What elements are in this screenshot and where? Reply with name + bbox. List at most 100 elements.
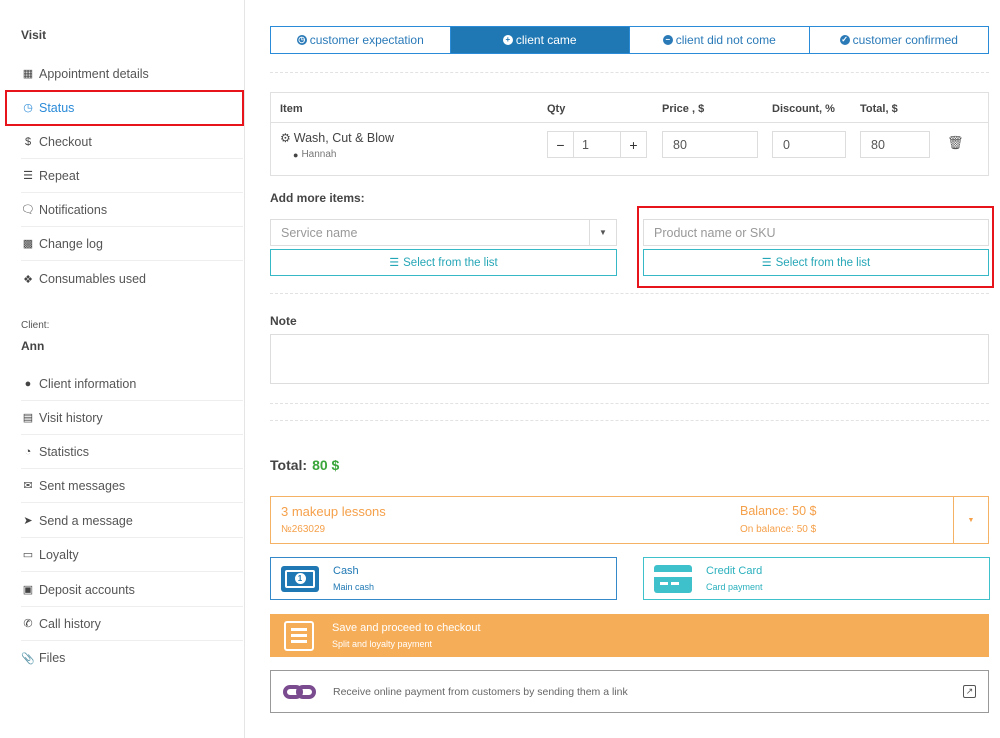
sidebar-item-label: Repeat [39, 168, 80, 183]
plus-circle-icon: + [502, 35, 513, 45]
trash-icon[interactable]: 🗑 [947, 135, 964, 151]
chevron-down-icon[interactable]: ▼ [953, 497, 988, 543]
sidebar-item-checkout[interactable]: $ Checkout [21, 125, 243, 159]
credit-card-payment-button[interactable]: Credit Card Card payment [643, 557, 990, 600]
list-icon: ☰ [23, 170, 33, 182]
note-title: Note [270, 314, 297, 328]
sidebar-item-files[interactable]: 📎 Files [21, 641, 243, 675]
discount-input[interactable]: 0 [772, 131, 846, 158]
clock-icon: ◷ [296, 35, 307, 45]
external-link-icon[interactable]: ↗ [963, 685, 976, 698]
check-circle-icon: ✓ [839, 35, 850, 45]
sidebar-item-label: Files [39, 651, 66, 665]
column-header-total: Total, $ [860, 103, 898, 115]
select-service-from-list-button[interactable]: ☰ Select from the list [270, 249, 617, 276]
sidebar-item-label: Client information [39, 376, 137, 391]
visit-section-title: Visit [21, 28, 47, 42]
items-table: Item Qty Price , $ Discount, % Total, $ … [270, 92, 989, 176]
column-header-price: Price , $ [662, 103, 705, 115]
payment-title: Credit Card [706, 565, 763, 577]
column-header-discount: Discount, % [772, 103, 835, 115]
price-input[interactable]: 80 [662, 131, 758, 158]
user-icon: ● [293, 149, 299, 160]
online-payment-link-button[interactable]: Receive online payment from customers by… [270, 670, 989, 713]
phone-icon: ✆ [23, 618, 33, 630]
cubes-icon: ❖ [23, 273, 33, 286]
dollar-icon: $ [24, 135, 32, 148]
link-icon [283, 683, 317, 701]
sidebar-item-client-information[interactable]: ● Client information [21, 367, 243, 401]
save-title: Save and proceed to checkout [332, 622, 481, 634]
sidebar-item-sent-messages[interactable]: ✉ Sent messages [21, 469, 243, 503]
tab-label: client did not come [675, 33, 776, 47]
sidebar-item-send-a-message[interactable]: ➤ Send a message [21, 504, 243, 538]
user-icon: ● [24, 377, 32, 390]
quantity-stepper: − 1 + [547, 131, 647, 158]
minus-circle-icon: − [662, 35, 673, 45]
tab-customer-confirmed[interactable]: ✓ customer confirmed [810, 27, 989, 53]
total-input[interactable]: 80 [860, 131, 930, 158]
note-textarea[interactable] [270, 334, 989, 384]
sidebar-item-visit-history[interactable]: ▤ Visit history [21, 401, 243, 435]
client-name: Ann [21, 339, 45, 353]
select-list-label: Select from the list [403, 256, 498, 269]
credit-card-icon [654, 564, 692, 593]
sidebar-item-repeat[interactable]: ☰ Repeat [21, 159, 243, 193]
sidebar-item-label: Appointment details [39, 66, 149, 81]
increase-qty-button[interactable]: + [620, 132, 646, 157]
tab-label: client came [515, 33, 577, 47]
sidebar-item-statistics[interactable]: ◔ Statistics [21, 435, 243, 469]
quantity-input[interactable]: 1 [574, 132, 620, 157]
sidebar-item-label: Call history [39, 616, 101, 631]
status-highlight-box [5, 90, 244, 126]
tab-label: customer expectation [309, 33, 424, 47]
sidebar-item-label: Change log [39, 236, 103, 251]
comments-icon: 🗨 [21, 204, 35, 216]
decrease-qty-button[interactable]: − [548, 132, 574, 157]
total-label: Total: [270, 457, 308, 473]
envelope-icon: ✉ [23, 480, 33, 492]
sidebar-item-deposit-accounts[interactable]: ▣ Deposit accounts [21, 573, 243, 607]
table-header-divider [271, 122, 988, 123]
package-name: 3 makeup lessons [281, 504, 386, 519]
sidebar-item-consumables-used[interactable]: ❖ Consumables used [21, 262, 243, 296]
sidebar-item-label: Visit history [39, 410, 103, 425]
file-icon: ▩ [22, 238, 34, 250]
total-value: 80 $ [312, 457, 340, 473]
sidebar-item-label: Notifications [39, 202, 108, 217]
save-and-checkout-button[interactable]: Save and proceed to checkout Split and l… [270, 614, 989, 657]
column-header-qty: Qty [547, 103, 566, 115]
tab-client-did-not-come[interactable]: − client did not come [630, 27, 810, 53]
sidebar-item-label: Send a message [39, 513, 133, 528]
paperclip-icon: 📎 [21, 652, 35, 665]
total-summary: Total: 80 $ [270, 457, 339, 473]
package-card[interactable]: 3 makeup lessons №263029 Balance: 50 $ O… [270, 496, 989, 544]
service-name-placeholder: Service name [281, 225, 358, 240]
sidebar-item-appointment-details[interactable]: ▦ Appointment details [21, 57, 243, 91]
cash-payment-button[interactable]: 1 Cash Main cash [270, 557, 617, 600]
payment-title: Cash [333, 565, 359, 577]
service-name-select[interactable]: Service name ▼ [270, 219, 617, 246]
list-icon [284, 620, 314, 651]
divider [270, 72, 989, 73]
tab-customer-expectation[interactable]: ◷ customer expectation [271, 27, 451, 53]
chevron-down-icon[interactable]: ▼ [589, 220, 616, 245]
briefcase-icon: ▣ [22, 584, 34, 596]
cash-icon: 1 [281, 565, 319, 592]
sidebar-item-notifications[interactable]: 🗨 Notifications [21, 193, 243, 227]
credit-card-icon: ▭ [22, 549, 34, 561]
payment-subtitle: Card payment [706, 582, 763, 592]
divider [270, 420, 989, 421]
column-header-item: Item [280, 103, 303, 115]
sidebar-item-change-log[interactable]: ▩ Change log [21, 227, 243, 261]
tab-label: customer confirmed [852, 33, 958, 47]
sidebar-item-label: Statistics [39, 444, 90, 459]
online-link-text: Receive online payment from customers by… [333, 685, 628, 698]
list-icon: ☰ [389, 257, 400, 269]
package-number: №263029 [281, 524, 326, 535]
sidebar-item-loyalty[interactable]: ▭ Loyalty [21, 538, 243, 572]
staff-name: Hannah [301, 149, 337, 160]
tab-client-came[interactable]: + client came [450, 27, 630, 53]
client-caption: Client: [21, 320, 50, 331]
sidebar-item-call-history[interactable]: ✆ Call history [21, 607, 243, 641]
